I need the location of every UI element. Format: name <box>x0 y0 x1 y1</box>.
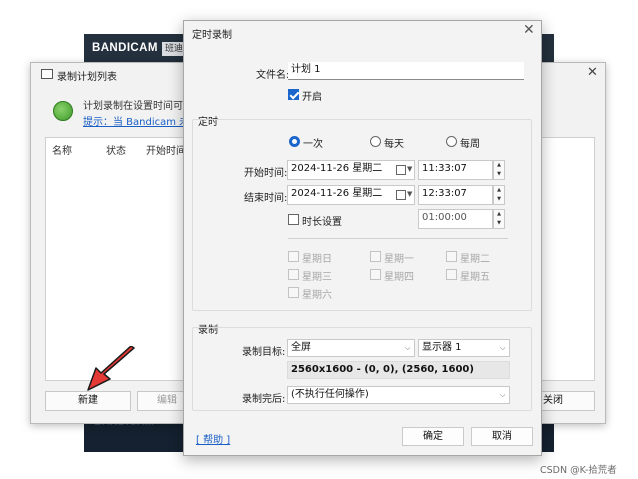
filename-label: 文件名: <box>256 70 290 81</box>
enable-checkbox[interactable] <box>288 89 299 100</box>
after-record-label: 录制完后: <box>242 394 286 405</box>
radio-daily-label: 每天 <box>384 139 404 150</box>
filename-input[interactable]: 计划 1 <box>288 62 524 80</box>
timed-recording-dialog: 定时录制 ✕ 文件名: 计划 1 开启 定时 一次 每天 每周 开始时间: 20… <box>183 20 542 456</box>
weekday-label-tue: 星期二 <box>460 254 490 265</box>
weekday-label-wed: 星期三 <box>302 272 332 283</box>
chevron-down-icon[interactable]: ▼ <box>407 165 412 173</box>
end-time-input[interactable]: 12:33:07 <box>418 185 493 205</box>
start-time-input[interactable]: 11:33:07 <box>418 160 493 180</box>
start-date-value: 2024-11-26 星期二 <box>291 163 383 174</box>
weekday-label-thu: 星期四 <box>384 272 414 283</box>
clock-icon <box>53 101 73 121</box>
watermark: CSDN @K-拾荒者 <box>540 465 617 476</box>
spin-down-icon[interactable]: ▼ <box>494 195 504 204</box>
weekday-checkbox-sun[interactable] <box>288 251 299 262</box>
monitor-value: 显示器 1 <box>422 342 462 353</box>
after-record-select[interactable]: (不执行任何操作) <box>287 386 510 404</box>
new-schedule-button[interactable]: 新建 <box>45 391 131 411</box>
weekday-checkbox-fri[interactable] <box>446 269 457 280</box>
weekday-checkbox-thu[interactable] <box>370 269 381 280</box>
record-target-select[interactable]: 全屏 <box>287 339 415 357</box>
schedule-info-link[interactable]: 提示：当 Bandicam 未运 <box>83 113 199 128</box>
column-header-name[interactable]: 名称 <box>52 142 72 157</box>
monitor-select[interactable]: 显示器 1 <box>418 339 510 357</box>
duration-label: 时长设置 <box>302 217 342 228</box>
chevron-down-icon[interactable]: ⌵ <box>500 344 505 353</box>
dialog-title: 定时录制 <box>192 30 232 41</box>
radio-daily[interactable] <box>370 136 381 147</box>
calendar-icon[interactable] <box>396 190 406 200</box>
weekday-label-sun: 星期日 <box>302 254 332 265</box>
weekday-checkbox-tue[interactable] <box>446 251 457 262</box>
window-app-icon <box>41 69 53 79</box>
spin-up-icon[interactable]: ▲ <box>494 161 504 170</box>
duration-input[interactable]: 01:00:00 <box>418 209 493 229</box>
divider <box>288 238 508 239</box>
weekday-checkbox-mon[interactable] <box>370 251 381 262</box>
end-date-value: 2024-11-26 星期二 <box>291 188 383 199</box>
column-header-status[interactable]: 状态 <box>106 142 126 157</box>
red-arrow-annotation <box>87 346 135 391</box>
chevron-down-icon[interactable]: ▼ <box>407 190 412 198</box>
end-time-spinner[interactable]: ▲ ▼ <box>493 185 505 205</box>
column-header-start-time[interactable]: 开始时间 <box>146 142 186 157</box>
close-icon[interactable]: ✕ <box>523 22 535 38</box>
start-time-spinner[interactable]: ▲ ▼ <box>493 160 505 180</box>
calendar-icon[interactable] <box>396 165 406 175</box>
duration-spinner[interactable]: ▲ ▼ <box>493 209 505 229</box>
weekday-label-mon: 星期一 <box>384 254 414 265</box>
radio-once[interactable] <box>289 136 300 147</box>
close-icon[interactable]: ✕ <box>587 65 598 80</box>
spin-up-icon[interactable]: ▲ <box>494 210 504 219</box>
ok-button[interactable]: 确定 <box>402 427 464 446</box>
weekday-checkbox-wed[interactable] <box>288 269 299 280</box>
spin-down-icon[interactable]: ▼ <box>494 219 504 228</box>
weekday-label-fri: 星期五 <box>460 272 490 283</box>
after-record-value: (不执行任何操作) <box>291 389 369 400</box>
enable-label: 开启 <box>302 92 322 103</box>
radio-once-label: 一次 <box>303 139 323 150</box>
schedule-info-text: 计划录制在设置时间可以 <box>83 101 193 112</box>
spin-down-icon[interactable]: ▼ <box>494 170 504 179</box>
spin-up-icon[interactable]: ▲ <box>494 186 504 195</box>
weekday-label-sat: 星期六 <box>302 290 332 301</box>
end-time-label: 结束时间: <box>244 193 288 204</box>
radio-weekly-label: 每周 <box>460 139 480 150</box>
duration-checkbox[interactable] <box>288 214 299 225</box>
schedule-list-title: 录制计划列表 <box>57 72 117 83</box>
radio-weekly[interactable] <box>446 136 457 147</box>
record-target-value: 全屏 <box>291 342 311 353</box>
help-link[interactable]: [ 帮助 ] <box>196 431 230 446</box>
chevron-down-icon[interactable]: ⌵ <box>405 344 410 353</box>
record-target-label: 录制目标: <box>242 347 286 358</box>
weekday-checkbox-sat[interactable] <box>288 287 299 298</box>
cancel-button[interactable]: 取消 <box>471 427 533 446</box>
start-time-label: 开始时间: <box>244 168 288 179</box>
chevron-down-icon[interactable]: ⌵ <box>500 391 505 400</box>
bandicam-logo: BANDICAM <box>92 42 158 54</box>
resolution-display: 2560x1600 - (0, 0), (2560, 1600) <box>287 361 510 379</box>
